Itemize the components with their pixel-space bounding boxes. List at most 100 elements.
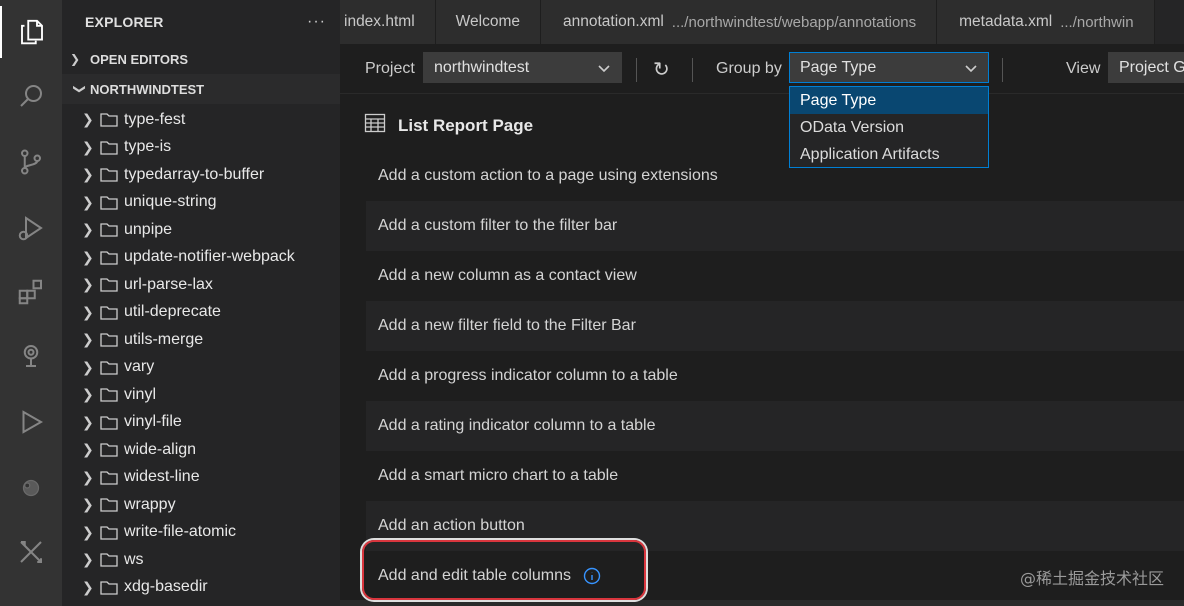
tree-item[interactable]: ❯ widest-line [62,464,340,492]
view-select-value: Project G [1119,58,1184,76]
group-by-select[interactable]: Page Type [789,52,989,83]
chevron-right-icon: ❯ [82,221,94,238]
tab-label: index.html [344,13,415,30]
dropdown-option[interactable]: Page Type [790,87,988,114]
folder-icon [100,442,124,457]
view-select[interactable]: Project G [1108,52,1184,83]
section-header: List Report Page [364,113,533,138]
group-by-dropdown: Page Type OData Version Application Artifa… [789,86,989,168]
editor-tab[interactable]: index.html [340,0,436,44]
file-tree: ❯ type-fest ❯ type-is ❯ typedarray-to-buffer ❯… [62,106,340,601]
tab-path: .../northwindtest/webapp/annotations [671,13,917,31]
tree-item-label: url-parse-lax [124,275,213,293]
search-icon[interactable] [0,70,62,122]
tree-item-label: typedarray-to-buffer [124,165,265,183]
tree-item[interactable]: ❯ wide-align [62,436,340,464]
guide-item-label: Add a new column as a contact view [378,267,637,284]
tree-item[interactable]: ❯ utils-merge [62,326,340,354]
horizontal-scrollbar[interactable] [340,600,1184,606]
table-icon [364,113,386,138]
chevron-right-icon: ❯ [70,52,81,66]
chevron-right-icon: ❯ [82,138,94,155]
tree-item[interactable]: ❯ write-file-atomic [62,519,340,547]
run-debug-icon[interactable] [0,202,62,254]
group-by-label: Group by [716,60,782,77]
tree-item[interactable]: ❯ vary [62,354,340,382]
chevron-right-icon: ❯ [82,166,94,183]
guide-list-item[interactable]: Add a new filter field to the Filter Bar [366,301,1184,351]
folder-icon [100,250,124,265]
guide-item-label: Add a custom action to a page using exte… [378,167,718,184]
folder-icon [100,332,124,347]
toolbar-divider [636,58,637,82]
tools-icon[interactable] [0,526,62,578]
editor-tab[interactable]: metadata.xml .../northwin [937,0,1155,44]
chevron-down-icon [964,61,978,80]
refresh-icon[interactable]: ↻ [653,57,670,82]
tree-item[interactable]: ❯ ws [62,546,340,574]
remote-explorer-icon[interactable] [0,330,62,382]
guide-list-item[interactable]: Add a smart micro chart to a table [366,451,1184,501]
folder-icon [100,140,124,155]
activity-bar [0,0,62,606]
tree-item[interactable]: ❯ xdg-basedir [62,574,340,602]
folder-icon [100,112,124,127]
tree-item-label: unpipe [124,220,173,238]
folder-icon [100,580,124,595]
open-editors-section[interactable]: ❯ OPEN EDITORS [62,44,340,74]
cloud-icon[interactable] [0,462,62,514]
open-editors-label: OPEN EDITORS [90,51,189,67]
editor-tab[interactable]: annotation.xml .../northwindtest/webapp/a… [540,0,938,44]
chevron-right-icon: ❯ [82,386,94,403]
tree-item-label: write-file-atomic [124,523,237,541]
folder-icon [100,277,124,292]
folder-icon [100,470,124,485]
tree-item[interactable]: ❯ unique-string [62,189,340,217]
guide-list-item[interactable]: Add an action button [366,501,1184,551]
chevron-right-icon: ❯ [82,551,94,568]
folder-icon [100,167,124,182]
dropdown-option[interactable]: Application Artifacts [790,141,988,168]
tree-item-label: update-notifier-webpack [124,248,295,266]
project-select-value: northwindtest [434,58,530,76]
dropdown-option[interactable]: OData Version [790,114,988,141]
tree-item[interactable]: ❯ url-parse-lax [62,271,340,299]
run-icon[interactable] [0,396,62,448]
tree-item[interactable]: ❯ type-fest [62,106,340,134]
extensions-icon[interactable] [0,266,62,318]
tree-item[interactable]: ❯ typedarray-to-buffer [62,161,340,189]
tree-item[interactable]: ❯ util-deprecate [62,299,340,327]
guide-list-item[interactable]: Add a custom filter to the filter bar [366,201,1184,251]
explorer-header: EXPLORER ··· [62,0,340,44]
guide-item-label: Add an action button [378,517,525,534]
toolbar-divider [1002,58,1003,82]
guide-list-item[interactable]: Add a rating indicator column to a table [366,401,1184,451]
tree-item-label: wide-align [124,440,197,458]
files-icon[interactable] [0,6,62,58]
chevron-right-icon: ❯ [82,248,94,265]
project-select[interactable]: northwindtest [423,52,622,83]
tree-item-label: utils-merge [124,330,204,348]
tree-item[interactable]: ❯ vinyl-file [62,409,340,437]
more-actions-icon[interactable]: ··· [307,13,326,31]
tree-item[interactable]: ❯ type-is [62,134,340,162]
tree-item[interactable]: ❯ update-notifier-webpack [62,244,340,272]
chevron-right-icon: ❯ [82,111,94,128]
guide-item-label: Add a new filter field to the Filter Bar [378,317,636,334]
editor-tab[interactable]: Welcome [435,0,541,44]
source-control-icon[interactable] [0,136,62,188]
project-section[interactable]: ❯ NORTHWINDTEST [62,74,340,104]
tree-item-label: type-is [124,138,172,156]
guided-toolbar: Project northwindtest ↻ Group by Page Ty… [340,44,1184,94]
guide-list-item[interactable]: Add a custom action to a page using exte… [366,151,1184,201]
guide-list-item[interactable]: Add a new column as a contact view [366,251,1184,301]
tree-item[interactable]: ❯ vinyl [62,381,340,409]
tree-item[interactable]: ❯ wrappy [62,491,340,519]
info-icon[interactable] [583,567,601,585]
guide-list-item[interactable]: Add a progress indicator column to a tab… [366,351,1184,401]
section-title: List Report Page [398,115,534,135]
chevron-right-icon: ❯ [82,578,94,595]
explorer-title: EXPLORER [85,14,164,30]
tree-item[interactable]: ❯ unpipe [62,216,340,244]
chevron-right-icon: ❯ [82,331,94,348]
